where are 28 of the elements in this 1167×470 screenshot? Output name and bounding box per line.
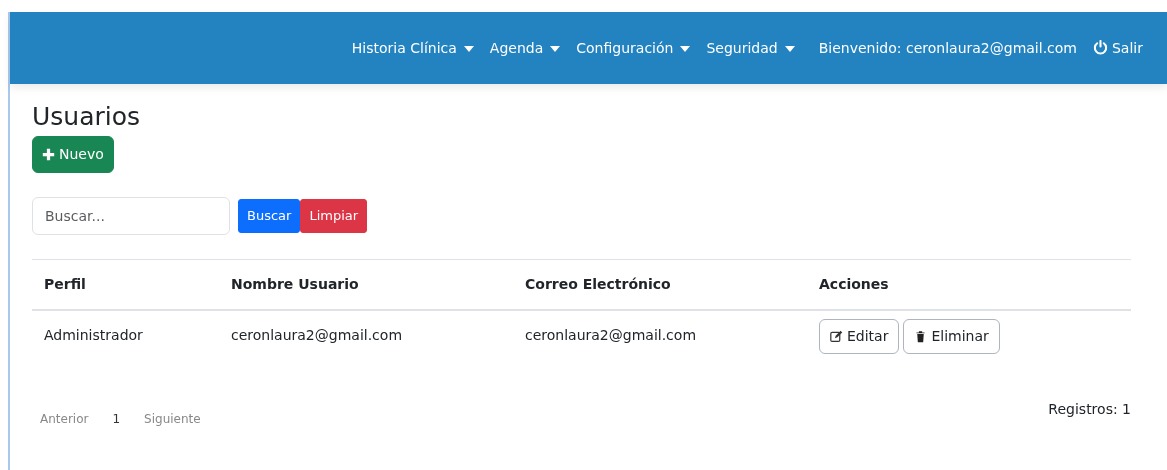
plus-icon bbox=[42, 148, 55, 161]
records-count: Registros: 1 bbox=[1048, 399, 1131, 419]
previous-link[interactable]: Anterior bbox=[40, 410, 89, 428]
delete-button[interactable]: Eliminar bbox=[903, 319, 1000, 354]
nav-menu-item[interactable]: Configuración bbox=[576, 37, 691, 59]
welcome-text: Bienvenido: ceronlaura2@gmail.com bbox=[818, 38, 1077, 58]
table-cell: Administrador bbox=[32, 310, 219, 362]
new-button[interactable]: Nuevo bbox=[32, 136, 114, 173]
column-header: Correo Electrónico bbox=[513, 259, 807, 310]
edit-button[interactable]: Editar bbox=[819, 319, 900, 354]
next-link[interactable]: Siguiente bbox=[144, 410, 201, 428]
clear-button[interactable]: Limpiar bbox=[300, 199, 368, 233]
page-title: Usuarios bbox=[32, 102, 142, 132]
search-field[interactable]: Buscar... bbox=[32, 197, 230, 235]
nav-menu-item[interactable]: Historia Clínica bbox=[351, 37, 474, 59]
table-cell: ceronlaura2@gmail.com bbox=[219, 310, 513, 362]
column-header: Nombre Usuario bbox=[219, 259, 513, 310]
column-header: Acciones bbox=[807, 259, 1131, 310]
search-button[interactable]: Buscar bbox=[238, 199, 301, 233]
power-icon bbox=[1093, 39, 1108, 55]
page-link[interactable]: 1 bbox=[112, 410, 121, 428]
nav-menu-item[interactable]: Agenda bbox=[489, 37, 561, 59]
column-header: Perfil bbox=[32, 259, 219, 310]
table-cell: ceronlaura2@gmail.com bbox=[513, 310, 807, 362]
trash-icon bbox=[914, 330, 928, 343]
nav-menu-item[interactable]: Seguridad bbox=[706, 37, 795, 59]
edit-icon bbox=[830, 330, 843, 343]
logout-link[interactable]: Salir bbox=[1093, 37, 1143, 59]
